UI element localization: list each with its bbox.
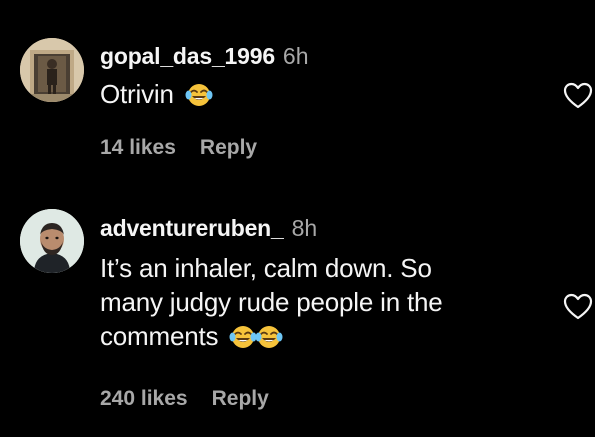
- comment-item: adventureruben_ 8h It’s an inhaler, calm …: [0, 180, 595, 437]
- comment-text: It’s an inhaler, calm down. So many judg…: [100, 251, 555, 357]
- timestamp: 8h: [291, 215, 318, 241]
- timestamp: 6h: [282, 43, 309, 69]
- username[interactable]: adventureruben_: [100, 215, 284, 241]
- comment-actions: 240 likes Reply: [100, 386, 269, 412]
- like-button[interactable]: [563, 82, 595, 112]
- heart-outline-icon: [563, 82, 593, 109]
- likes-count[interactable]: 14 likes: [100, 136, 176, 159]
- avatar[interactable]: [20, 209, 84, 273]
- face-with-tears-of-joy-icon: [185, 81, 213, 115]
- likes-count[interactable]: 240 likes: [100, 387, 188, 410]
- comment-header: gopal_das_1996 6h: [100, 42, 309, 70]
- person-photo-icon: [20, 38, 84, 102]
- comment-actions: 14 likes Reply: [100, 135, 257, 161]
- comment-text-line: It’s an inhaler, calm down. So: [100, 253, 432, 283]
- comment-text-line: comments: [100, 319, 555, 357]
- comment-item: gopal_das_1996 6h Otrivin 14 likes Reply: [0, 0, 595, 180]
- comment-text-line: Otrivin: [100, 79, 174, 109]
- like-button[interactable]: [563, 293, 595, 323]
- face-with-tears-of-joy-icon: [255, 323, 283, 357]
- person-photo-icon: [20, 209, 84, 273]
- comment-text: Otrivin: [100, 77, 555, 115]
- comment-header: adventureruben_ 8h: [100, 214, 317, 242]
- heart-outline-icon: [563, 293, 593, 320]
- avatar[interactable]: [20, 38, 84, 102]
- face-with-tears-of-joy-icon: [229, 323, 257, 357]
- reply-button[interactable]: Reply: [200, 136, 257, 159]
- comment-text-line: many judgy rude people in the: [100, 287, 443, 317]
- reply-button[interactable]: Reply: [212, 387, 269, 410]
- comment-text-fragment: comments: [100, 321, 219, 351]
- username[interactable]: gopal_das_1996: [100, 43, 275, 69]
